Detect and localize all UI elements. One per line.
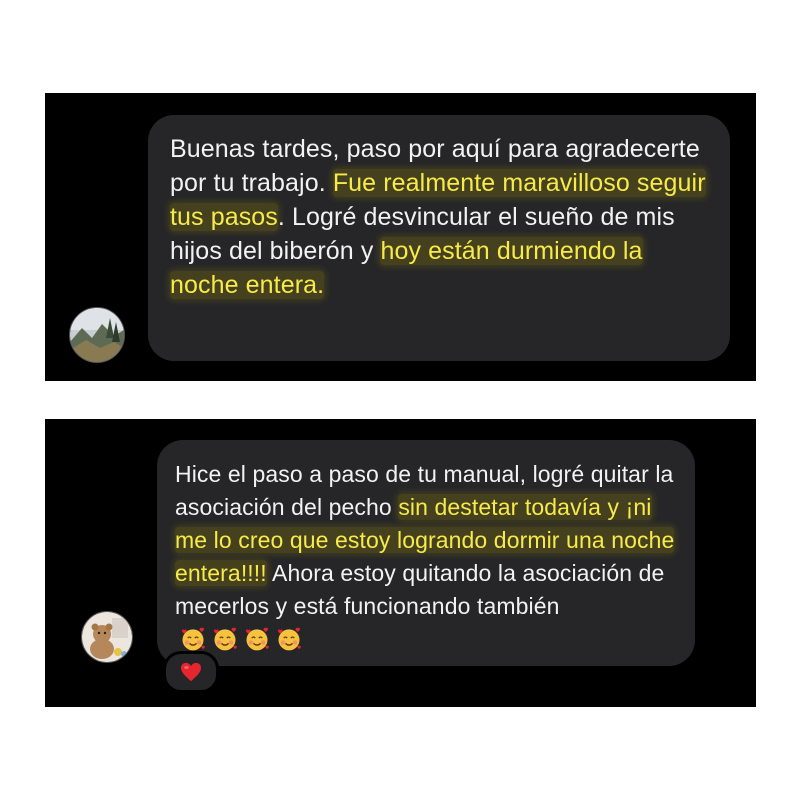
message-bubble-2: Hice el paso a paso de tu manual, logré … bbox=[157, 440, 695, 666]
message-panel-2: Hice el paso a paso de tu manual, logré … bbox=[45, 419, 756, 707]
smiling-face-with-hearts-icon bbox=[278, 627, 301, 651]
smiling-face-with-hearts-icon bbox=[182, 627, 205, 651]
emoji-group bbox=[179, 625, 303, 653]
message-panel-1: Buenas tardes, paso por aquí para agrade… bbox=[45, 93, 756, 381]
mountain-landscape-avatar[interactable] bbox=[69, 307, 125, 363]
red-heart-icon bbox=[181, 662, 201, 682]
heart-reaction[interactable] bbox=[163, 651, 219, 693]
message-bubble-1: Buenas tardes, paso por aquí para agrade… bbox=[148, 115, 730, 361]
message-text-2: Hice el paso a paso de tu manual, logré … bbox=[175, 461, 675, 619]
message-text-1: Buenas tardes, paso por aquí para agrade… bbox=[170, 135, 706, 299]
smiling-face-with-hearts-icon bbox=[214, 627, 237, 651]
teddy-bear-avatar[interactable] bbox=[81, 611, 133, 663]
smiling-face-with-hearts-icon bbox=[246, 627, 269, 651]
